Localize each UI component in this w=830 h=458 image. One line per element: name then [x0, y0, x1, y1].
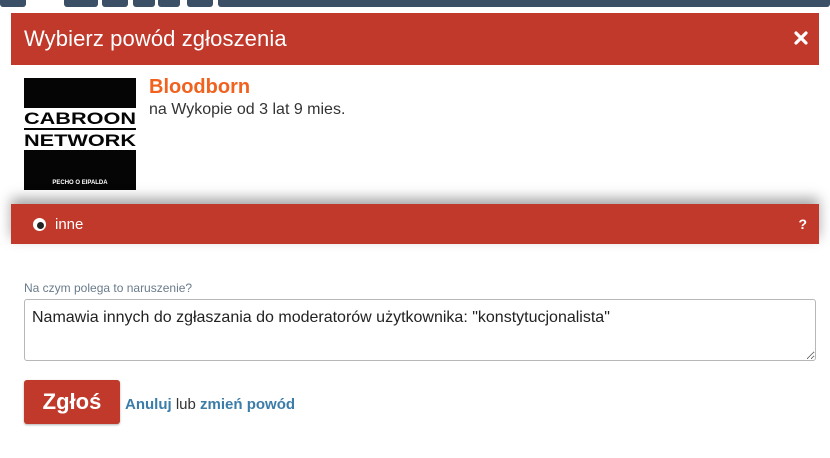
form-actions: Anuluj lub zmień powód [125, 396, 295, 413]
radio-dot [37, 222, 44, 229]
top-strip [0, 0, 830, 12]
violation-description-input[interactable]: Namawia innych do zgłaszania do moderato… [24, 299, 816, 361]
violation-field-label: Na czym polega to naruszenie? [24, 281, 193, 295]
reason-option-bar[interactable]: inne ? [11, 204, 819, 244]
member-since: na Wykopie od 3 lat 9 mies. [149, 101, 346, 118]
avatar-caption: PECHO O EIPALDA [52, 180, 108, 186]
reason-label: inne [55, 216, 84, 233]
avatar-line-1: CABROON [24, 109, 136, 128]
background-tab [158, 0, 180, 7]
background-tab [64, 0, 98, 7]
reason-radio[interactable] [33, 218, 46, 231]
background-tab [102, 0, 128, 7]
close-icon[interactable] [793, 30, 809, 46]
submit-report-button[interactable]: Zgłoś [24, 380, 120, 424]
or-text: lub [175, 396, 196, 413]
background-tab [218, 0, 830, 7]
cancel-link[interactable]: Anuluj [125, 396, 172, 413]
change-reason-link[interactable]: zmień powód [200, 396, 295, 413]
background-tab [133, 0, 155, 7]
avatar[interactable]: CABROON NETWORK PECHO O EIPALDA [24, 78, 136, 190]
avatar-line-2: NETWORK [24, 131, 136, 150]
dialog-title: Wybierz powód zgłoszenia [24, 26, 287, 51]
username[interactable]: Bloodborn [149, 76, 250, 99]
dialog-header: Wybierz powód zgłoszenia [11, 13, 819, 65]
background-tab [187, 0, 213, 7]
background-tab [0, 0, 26, 7]
help-icon[interactable]: ? [798, 216, 807, 232]
